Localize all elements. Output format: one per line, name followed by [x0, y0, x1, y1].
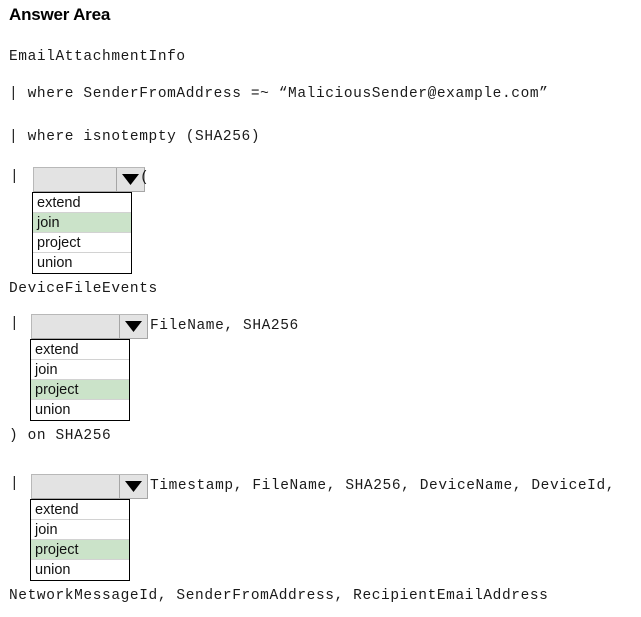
- dropdown-1-option-extend[interactable]: extend: [33, 193, 131, 213]
- kql-pipe-symbol-2: |: [10, 316, 19, 332]
- operator-dropdown-3-button[interactable]: [31, 474, 148, 499]
- dropdown-3-option-project[interactable]: project: [31, 540, 129, 560]
- operator-dropdown-2[interactable]: extend join project union: [30, 314, 148, 421]
- dropdown-1-option-join[interactable]: join: [33, 213, 131, 233]
- kql-line-table: EmailAttachmentInfo: [9, 49, 186, 65]
- operator-dropdown-2-button[interactable]: [31, 314, 148, 339]
- dropdown-3-option-extend[interactable]: extend: [31, 500, 129, 520]
- operator-dropdown-1[interactable]: extend join project union: [32, 167, 145, 274]
- dropdown-2-option-project[interactable]: project: [31, 380, 129, 400]
- dropdown-3-option-union[interactable]: union: [31, 560, 129, 580]
- kql-line-on-sha256: ) on SHA256: [9, 428, 112, 444]
- kql-line-continuation: NetworkMessageId, SenderFromAddress, Rec…: [9, 588, 549, 604]
- operator-dropdown-1-button[interactable]: [33, 167, 145, 192]
- kql-pipe-symbol-3: |: [10, 476, 19, 492]
- kql-projection-columns-2: Timestamp, FileName, SHA256, DeviceName,…: [150, 478, 616, 494]
- operator-dropdown-3[interactable]: extend join project union: [30, 474, 148, 581]
- dropdown-2-option-join[interactable]: join: [31, 360, 129, 380]
- operator-dropdown-1-value: [34, 168, 116, 191]
- chevron-down-icon[interactable]: [119, 475, 147, 498]
- dropdown-2-option-union[interactable]: union: [31, 400, 129, 420]
- dropdown-2-option-extend[interactable]: extend: [31, 340, 129, 360]
- dropdown-1-option-union[interactable]: union: [33, 253, 131, 273]
- page-title: Answer Area: [9, 5, 111, 24]
- operator-dropdown-2-list[interactable]: extend join project union: [30, 339, 130, 421]
- operator-dropdown-2-value: [32, 315, 119, 338]
- kql-line-where-sender: | where SenderFromAddress =~ “MaliciousS…: [9, 86, 549, 102]
- operator-dropdown-1-list[interactable]: extend join project union: [32, 192, 132, 274]
- kql-open-paren: (: [140, 170, 150, 186]
- operator-dropdown-3-list[interactable]: extend join project union: [30, 499, 130, 581]
- dropdown-1-option-project[interactable]: project: [33, 233, 131, 253]
- dropdown-3-option-join[interactable]: join: [31, 520, 129, 540]
- kql-pipe-symbol-1: |: [10, 169, 19, 185]
- operator-dropdown-3-value: [32, 475, 119, 498]
- chevron-down-icon[interactable]: [119, 315, 147, 338]
- kql-projection-columns-1: FileName, SHA256: [150, 318, 299, 334]
- kql-line-devicefileevents: DeviceFileEvents: [9, 281, 158, 297]
- kql-line-where-isnotempty: | where isnotempty (SHA256): [9, 129, 261, 145]
- answer-area-page: Answer Area EmailAttachmentInfo | where …: [0, 0, 641, 617]
